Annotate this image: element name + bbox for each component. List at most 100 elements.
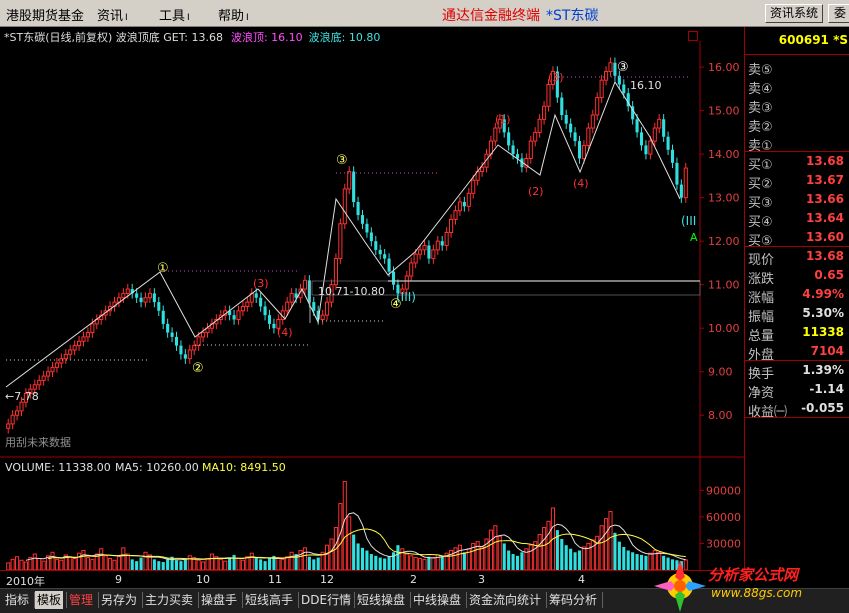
wave-marker-circle-3b: ③ <box>617 60 629 75</box>
price-axis: 16.00 15.00 14.00 13.00 12.00 11.00 10.00 9.00 8… <box>700 61 740 422</box>
volume-bar <box>604 518 609 570</box>
candle-body <box>462 202 466 207</box>
tab-4[interactable]: 主力买卖 <box>143 591 195 609</box>
volume-bar <box>32 553 37 570</box>
candle-body <box>511 145 515 155</box>
volume-bar <box>15 556 20 570</box>
volume-bar <box>10 558 15 570</box>
volume-bar <box>622 546 626 570</box>
wave-iii-right-label: (III <box>681 214 696 228</box>
volume-bar <box>232 554 236 570</box>
volume-bar <box>59 559 64 570</box>
candle-body <box>648 140 653 155</box>
candle-body <box>466 192 471 207</box>
volume-bar <box>312 559 316 570</box>
candle-body <box>121 292 126 299</box>
candle-body <box>41 375 46 381</box>
tab-5[interactable]: 操盘手 <box>199 591 239 609</box>
candle-body <box>622 84 626 94</box>
volume-bar <box>511 554 515 570</box>
candle-body <box>444 231 449 247</box>
window-title: 通达信金融终端 *ST东碳 <box>442 5 598 25</box>
volume-bar <box>223 560 228 570</box>
candle-body <box>595 97 600 116</box>
menu-hk-futures-funds[interactable]: 港股期货基金 <box>6 5 84 24</box>
wave-marker-circle-1: ① <box>157 261 169 276</box>
volume-bar <box>218 558 223 570</box>
volume-bar <box>431 557 436 570</box>
menu-help[interactable]: 帮助 Ⅰ <box>218 5 249 24</box>
news-system-button[interactable]: 资讯系统 <box>765 4 823 23</box>
volume-bar <box>289 551 294 570</box>
volume-bar <box>152 559 156 570</box>
candle-body <box>347 171 352 190</box>
menu-tools[interactable]: 工具 Ⅰ <box>159 5 190 24</box>
tab-separator <box>602 592 603 608</box>
volume-bar <box>404 553 409 570</box>
date-label-sep: 9 <box>115 573 122 586</box>
kline-chart-area[interactable]: *ST东碳(日线,前复权) 波浪顶底 GET: 13.68 波浪顶: 16.10 波… <box>0 27 744 570</box>
tab-6[interactable]: 短线高手 <box>243 591 295 609</box>
tab-8[interactable]: 短线操盘 <box>355 591 407 609</box>
volume-bar <box>236 557 241 570</box>
volume-bar <box>560 539 564 570</box>
candle-body <box>378 249 382 255</box>
candle-body <box>272 323 276 329</box>
volume-bar <box>564 545 568 570</box>
volume-bar <box>369 554 373 570</box>
volume-bar <box>515 555 520 570</box>
candle-body <box>289 292 294 303</box>
candle-body <box>493 127 498 142</box>
volume-bar <box>528 544 533 570</box>
ask-level-row: 卖② <box>745 114 849 135</box>
stat-row: 涨幅 4.99% <box>745 285 849 306</box>
bid-level-value: 13.60 <box>806 230 844 244</box>
tab-3[interactable]: 另存为 <box>99 591 139 609</box>
candle-body <box>679 184 683 198</box>
volume-bar <box>453 547 458 570</box>
candle-body <box>179 345 183 355</box>
candle-body <box>387 258 391 272</box>
candle-body <box>174 336 179 346</box>
wave-marker-circle-3a: ③ <box>336 153 348 168</box>
menu-news[interactable]: 资讯 Ⅰ <box>97 5 128 24</box>
low-price-label: ←7.78 <box>5 390 39 403</box>
candle-body <box>85 332 90 338</box>
volume-bar <box>409 555 414 570</box>
candle-body <box>302 279 307 290</box>
candle-body <box>644 145 648 155</box>
commission-button[interactable]: 委 <box>828 4 849 23</box>
candle-body <box>325 301 330 316</box>
candle-body <box>542 105 547 120</box>
tab-11[interactable]: 筹码分析 <box>547 591 599 609</box>
candle-body <box>409 262 414 277</box>
tab-0[interactable]: 指标 <box>3 591 31 609</box>
volume-bar <box>179 561 183 570</box>
price-tick-label: 11.00 <box>708 279 740 292</box>
tab-10[interactable]: 资金流向统计 <box>467 591 543 609</box>
volume-bar <box>72 557 77 570</box>
candle-body <box>166 323 170 333</box>
volume-bar <box>520 552 524 570</box>
candle-body <box>608 62 613 72</box>
tab-1[interactable]: 模板 <box>35 591 64 609</box>
price-tick-label: 15.00 <box>708 105 740 118</box>
volume-bar <box>378 557 382 570</box>
tab-7[interactable]: DDE行情 <box>299 591 353 609</box>
candle-body <box>604 70 609 81</box>
price-tick-label: 12.00 <box>708 235 740 248</box>
tab-9[interactable]: 中线操盘 <box>411 591 463 609</box>
volume-bar <box>365 550 369 570</box>
fundamental-value: -1.14 <box>809 382 844 396</box>
volume-bar <box>396 545 400 570</box>
volume-bar <box>187 555 192 570</box>
stat-value: 5.30% <box>802 306 844 320</box>
candle-body <box>356 202 360 216</box>
fundamental-value: 1.39% <box>802 363 844 377</box>
volume-bar <box>108 557 113 570</box>
volume-bar <box>573 552 577 570</box>
volume-bar <box>457 544 462 570</box>
volume-bar <box>635 554 639 570</box>
candle-body <box>46 371 51 377</box>
tab-2[interactable]: 管理 <box>67 591 95 609</box>
